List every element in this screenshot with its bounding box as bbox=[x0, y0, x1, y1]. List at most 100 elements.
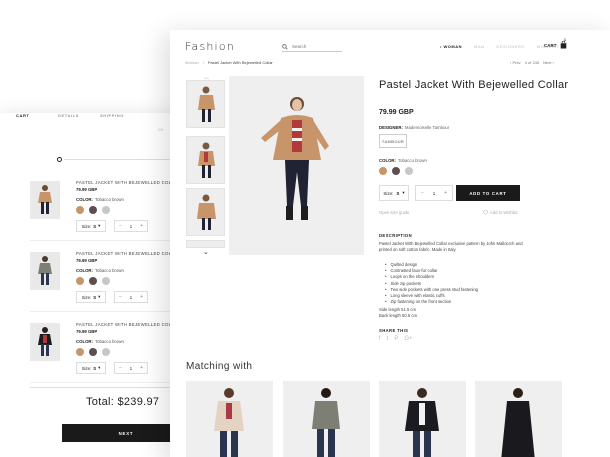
search-icon bbox=[282, 43, 288, 50]
swatch-brown[interactable] bbox=[76, 348, 84, 356]
cart-total-divider bbox=[30, 387, 190, 388]
matching-product-card[interactable] bbox=[379, 381, 466, 457]
google-plus-icon[interactable]: G+ bbox=[404, 336, 412, 342]
plus-icon[interactable]: + bbox=[140, 223, 143, 229]
cart-item: PASTEL JACKET WITH BEJEWELLED COLLAR 79.… bbox=[30, 317, 190, 383]
brand-logo[interactable]: Fashion bbox=[185, 40, 235, 53]
product-thumbnail[interactable] bbox=[186, 80, 225, 128]
swatch-brown[interactable] bbox=[76, 277, 84, 285]
heart-icon bbox=[483, 210, 488, 215]
facebook-icon[interactable]: f bbox=[379, 336, 381, 342]
cart-item-image[interactable] bbox=[30, 323, 60, 361]
breadcrumb-current: Pastel Jacket With Bejewelled Collar bbox=[207, 60, 273, 65]
chevron-down-icon: ▾ bbox=[98, 365, 101, 370]
back-length: Back length 50.5 cm bbox=[379, 313, 417, 318]
swatch-gray[interactable] bbox=[102, 277, 110, 285]
minus-icon[interactable]: − bbox=[119, 365, 122, 371]
cart-item-swatches bbox=[76, 277, 110, 285]
chevron-down-icon: ▾ bbox=[98, 223, 101, 228]
product-thumbnail[interactable] bbox=[186, 188, 225, 236]
size-select[interactable]: Size: S ▾ bbox=[76, 220, 106, 232]
prev-link[interactable]: ‹ Prev bbox=[510, 60, 521, 65]
nav-designers[interactable]: DESIGNERS bbox=[496, 44, 524, 49]
search-input[interactable]: Search bbox=[282, 42, 342, 52]
cart-item-price: 79.99 GBP bbox=[76, 329, 98, 334]
size-guide-link[interactable]: Open size guide bbox=[379, 210, 409, 215]
feature-list: Quilted design Contrasted faux-fur colla… bbox=[385, 262, 478, 305]
swatch-gray[interactable] bbox=[102, 348, 110, 356]
cart-item: PASTEL JACKET WITH BEJEWELLED COLLAR 79.… bbox=[30, 175, 190, 241]
quantity-stepper[interactable]: −1 + bbox=[114, 220, 148, 232]
cart-step-details[interactable]: DETAILS bbox=[58, 113, 79, 118]
matching-product-card[interactable] bbox=[475, 381, 562, 457]
product-color: COLOR: Tobacco brown bbox=[379, 158, 427, 163]
minus-icon[interactable]: − bbox=[421, 190, 424, 196]
product-swatches bbox=[379, 167, 413, 175]
size-select[interactable]: Size: S ▾ bbox=[379, 185, 409, 201]
matching-product-card[interactable] bbox=[283, 381, 370, 457]
quantity-stepper[interactable]: −1 + bbox=[114, 362, 148, 374]
cart-item-image[interactable] bbox=[30, 181, 60, 219]
swatch-dark[interactable] bbox=[392, 167, 400, 175]
matching-product-card[interactable] bbox=[186, 381, 273, 457]
product-designer: DESIGNER: Mademoiselle Tambour bbox=[379, 125, 450, 130]
cart-item-price: 79.99 GBP bbox=[76, 187, 98, 192]
swatch-gray[interactable] bbox=[405, 167, 413, 175]
cart-header-text: Ch bbox=[158, 127, 164, 132]
product-page: Fashion Search • WOMAN MAN DESIGNERS WIS… bbox=[170, 30, 610, 457]
designer-link[interactable]: Mademoiselle Tambour bbox=[405, 125, 449, 130]
swatch-dark[interactable] bbox=[89, 206, 97, 214]
quantity-stepper[interactable]: −1 + bbox=[114, 291, 148, 303]
product-price: 79.99 GBP bbox=[379, 109, 414, 116]
pinterest-icon[interactable]: P bbox=[394, 336, 398, 342]
cart-step-cart[interactable]: CART bbox=[16, 113, 30, 118]
plus-icon[interactable]: + bbox=[140, 365, 143, 371]
nav-woman[interactable]: • WOMAN bbox=[440, 44, 462, 49]
cart-item-title[interactable]: PASTEL JACKET WITH BEJEWELLED COLLAR bbox=[76, 180, 181, 185]
product-measurements: Side length 51.5 cm Back length 50.5 cm bbox=[379, 307, 417, 319]
cart-item-image[interactable] bbox=[30, 252, 60, 290]
pager-position: 4 of 245 bbox=[524, 60, 540, 65]
cart-item-swatches bbox=[76, 206, 110, 214]
breadcrumb-woman[interactable]: Woman bbox=[185, 60, 199, 65]
swatch-brown[interactable] bbox=[76, 206, 84, 214]
bag-icon bbox=[560, 41, 566, 49]
cart-link[interactable]: CART 1 bbox=[544, 38, 567, 49]
add-to-cart-button[interactable]: ADD TO CART bbox=[456, 185, 520, 201]
cart-item: PASTEL JACKET WITH BEJEWELLED COLLAR 79.… bbox=[30, 246, 190, 312]
cart-step-shipping[interactable]: SHIPPING bbox=[100, 113, 124, 118]
cart-item-color: COLOR: Tobacco brown bbox=[76, 339, 124, 344]
cart-count: 1 bbox=[564, 38, 566, 42]
product-thumbnail[interactable] bbox=[186, 136, 225, 184]
description-heading: DESCRIPTION bbox=[379, 233, 413, 238]
size-select[interactable]: Size: S ▾ bbox=[76, 291, 106, 303]
product-main-image[interactable] bbox=[229, 76, 364, 255]
product-thumbnail[interactable] bbox=[186, 240, 225, 248]
plus-icon[interactable]: + bbox=[140, 294, 143, 300]
size-select[interactable]: Size: S ▾ bbox=[76, 362, 106, 374]
swatch-gray[interactable] bbox=[102, 206, 110, 214]
matching-heading: Matching with bbox=[186, 361, 253, 372]
nav-man[interactable]: MAN bbox=[474, 44, 484, 49]
list-item: Zip fastening on the front section bbox=[385, 299, 478, 305]
wishlist-link[interactable]: Add to Wishlist bbox=[483, 210, 518, 215]
swatch-brown[interactable] bbox=[379, 167, 387, 175]
main-nav: • WOMAN MAN DESIGNERS WISHLIST bbox=[440, 44, 559, 49]
chevron-down-icon: ▾ bbox=[98, 294, 101, 299]
chevron-down-icon[interactable]: ⌄ bbox=[203, 248, 209, 256]
quantity-stepper[interactable]: −1 + bbox=[415, 185, 453, 201]
cart-item-title[interactable]: PASTEL JACKET WITH BEJEWELLED COLLAR bbox=[76, 322, 181, 327]
next-link[interactable]: Next › bbox=[543, 60, 554, 65]
cart-item-title[interactable]: PASTEL JACKET WITH BEJEWELLED COLLAR bbox=[76, 251, 181, 256]
twitter-icon[interactable]: t bbox=[387, 336, 389, 342]
minus-icon[interactable]: − bbox=[119, 294, 122, 300]
breadcrumb: Woman / Pastel Jacket With Bejewelled Co… bbox=[185, 60, 273, 65]
plus-icon[interactable]: + bbox=[444, 190, 447, 196]
share-heading: SHARE THIS bbox=[379, 328, 409, 333]
swatch-dark[interactable] bbox=[89, 277, 97, 285]
share-icons: f t P G+ bbox=[379, 336, 413, 342]
cart-progress-dot bbox=[57, 157, 62, 162]
designer-logo[interactable]: TAMBOUR bbox=[379, 134, 407, 148]
minus-icon[interactable]: − bbox=[119, 223, 122, 229]
swatch-dark[interactable] bbox=[89, 348, 97, 356]
